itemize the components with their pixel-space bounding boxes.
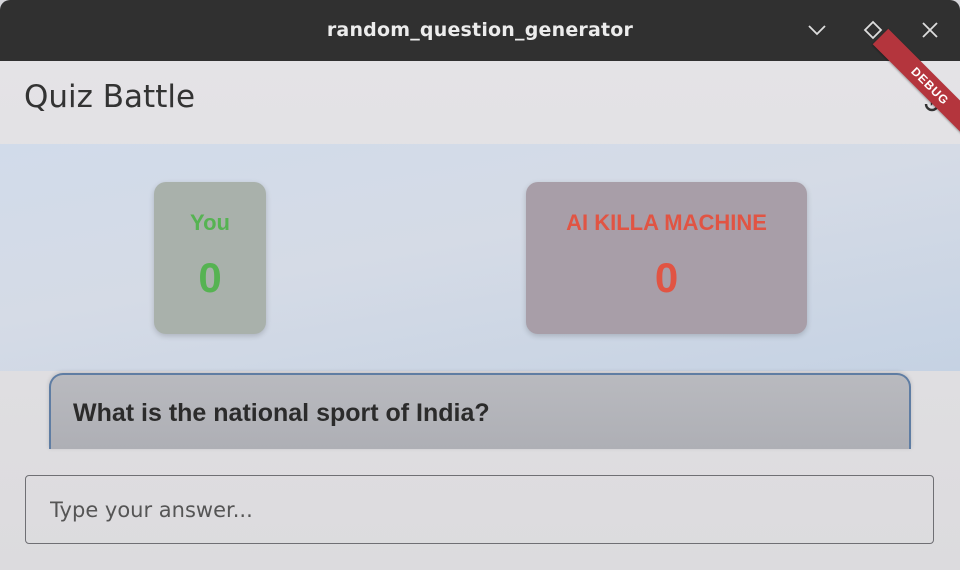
scoreboard: You 0 AI KILLA MACHINE 0: [0, 144, 960, 371]
window-titlebar: random_question_generator: [0, 0, 960, 61]
player-score: 0: [198, 254, 222, 301]
ai-name: AI KILLA MACHINE: [566, 210, 767, 235]
close-icon: [922, 22, 938, 38]
ai-score-card: AI KILLA MACHINE 0: [526, 182, 807, 334]
minimize-button[interactable]: [805, 18, 829, 42]
app-body: Quiz Battle DEBUG You 0 AI KILLA MACHINE…: [0, 28, 960, 570]
page-title: Quiz Battle: [24, 79, 196, 115]
player-score-card: You 0: [154, 182, 266, 334]
close-button[interactable]: [918, 18, 942, 42]
chevron-down-icon: [808, 25, 826, 36]
question-text: What is the national sport of India?: [73, 399, 490, 427]
app-bar: Quiz Battle: [0, 61, 960, 143]
player-name: You: [190, 210, 230, 235]
ai-score: 0: [654, 254, 679, 301]
answer-input[interactable]: [25, 475, 934, 544]
question-card: What is the national sport of India?: [49, 373, 911, 449]
